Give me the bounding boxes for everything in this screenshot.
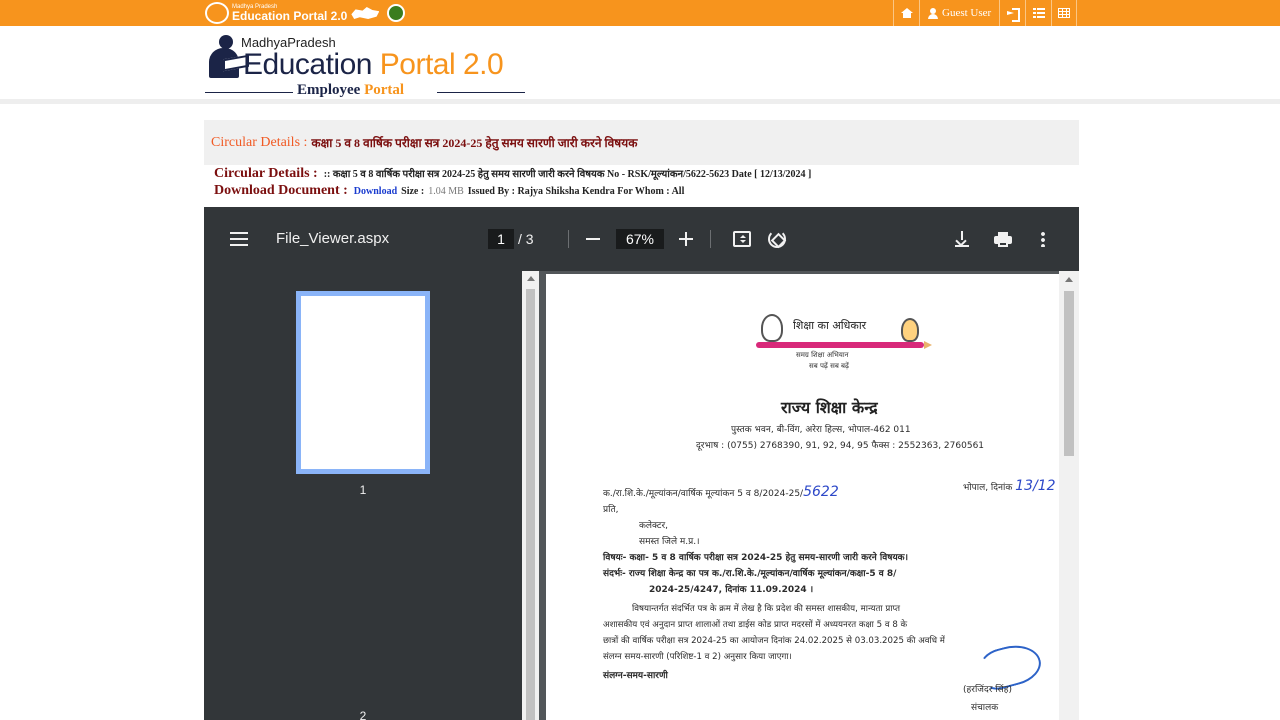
emblem-icon xyxy=(387,4,406,22)
menu-icon xyxy=(230,232,248,246)
more-vert-icon xyxy=(1041,231,1045,247)
plus-icon xyxy=(679,232,693,246)
minus-icon xyxy=(586,238,600,240)
table-icon xyxy=(1058,8,1071,18)
top-nav: Guest User xyxy=(893,0,1078,26)
more-actions-button[interactable] xyxy=(1031,227,1055,251)
menu-button[interactable] xyxy=(227,228,251,250)
download-button[interactable] xyxy=(950,227,974,251)
print-button[interactable] xyxy=(991,227,1015,251)
letter-reference-1: संदर्भः- राज्य शिक्षा केन्द्र का पत्र क.… xyxy=(603,569,897,579)
letter-ref: क./रा.शि.के./मूल्यांकन/वार्षिक मूल्यांकन… xyxy=(603,484,839,500)
circular-title-value: कक्षा 5 व 8 वार्षिक परीक्षा सत्र 2024-25… xyxy=(311,136,638,150)
page-number-input[interactable]: 1 xyxy=(488,229,514,249)
sign-in-icon xyxy=(1007,8,1021,22)
letter-body-3: छात्रों की वार्षिक परीक्षा सत्र 2024-25 … xyxy=(603,636,945,646)
letter-subject: विषयः- कक्षा- 5 व 8 वार्षिक परीक्षा सत्र… xyxy=(603,553,909,563)
letter-date: भोपाल, दिनांक 13/12 xyxy=(963,478,1056,494)
rte-sub2: सब पढ़ें सब बढ़ें xyxy=(809,362,849,370)
thumbnail-label-2: 2 xyxy=(359,709,367,720)
org-name: राज्य शिक्षा केन्द्र xyxy=(781,398,878,417)
org-address: पुस्तक भवन, बी-विंग, अरेरा हिल्स, भोपाल-… xyxy=(731,425,911,435)
org-phone: दूरभाष : (0755) 2768390, 91, 92, 94, 95 … xyxy=(696,441,985,451)
details-label: Circular Details : xyxy=(214,166,318,181)
size-label: Size : xyxy=(401,186,425,197)
print-icon xyxy=(994,232,1012,247)
circular-title-bar: Circular Details : कक्षा 5 व 8 वार्षिक प… xyxy=(204,120,1079,165)
document-scrollbar[interactable] xyxy=(1059,271,1079,720)
pdf-page: शिक्षा का अधिकार समग्र शिक्षा अभियान सब … xyxy=(546,274,1060,720)
signer-designation: संचालक xyxy=(971,703,999,713)
page-thumbnail-1[interactable] xyxy=(296,291,430,474)
file-name: File_Viewer.aspx xyxy=(276,230,390,247)
mp-map-icon xyxy=(351,7,380,19)
download-link[interactable]: Download xyxy=(354,186,397,197)
thumbnail-label-1: 1 xyxy=(359,483,367,497)
circular-title-label: Circular Details : xyxy=(211,134,308,150)
logo-subtitle: Employee Portal xyxy=(297,82,405,98)
issued-by: Issued By : Rajya Shiksha Kendra For Who… xyxy=(467,186,685,197)
signer-name: (हरजिंदर सिंह) xyxy=(963,685,1013,695)
fit-page-button[interactable] xyxy=(730,227,754,251)
zoom-in-button[interactable] xyxy=(674,227,698,251)
thumbnail-sidebar: 1 2 xyxy=(204,271,522,720)
page-total: / 3 xyxy=(518,231,534,247)
letter-prati: प्रति, xyxy=(603,505,619,515)
guest-user-button[interactable]: Guest User xyxy=(919,0,999,26)
table-button[interactable] xyxy=(1051,0,1078,26)
download-icon xyxy=(955,231,969,247)
home-button[interactable] xyxy=(893,0,919,26)
download-label: Download Document : xyxy=(214,183,348,198)
top-bar: Madhya Pradesh Education Portal 2.0 Gues… xyxy=(0,0,1280,26)
home-icon xyxy=(900,8,913,18)
letter-body-1: विषयान्तर्गत संदर्भित पत्र के क्रम में ल… xyxy=(632,604,900,614)
user-icon xyxy=(928,7,938,19)
letter-to-2: समस्त जिले म.प्र.। xyxy=(639,537,700,547)
guest-user-label: Guest User xyxy=(942,7,992,19)
education-portal-logo[interactable]: MadhyaPradesh Education Portal 2.0 Emplo… xyxy=(205,30,525,100)
letter-reference-2: 2024-25/4247, दिनांक 11.09.2024 । xyxy=(649,585,814,595)
zoom-out-button[interactable] xyxy=(581,227,605,251)
letter-to-1: कलेक्टर, xyxy=(639,521,668,531)
details-text: :: कक्षा 5 व 8 वार्षिक परीक्षा सत्र 2024… xyxy=(323,169,812,180)
rte-logo: शिक्षा का अधिकार समग्र शिक्षा अभियान सब … xyxy=(751,314,932,374)
brand-title: Education Portal 2.0 xyxy=(232,9,348,23)
rte-title: शिक्षा का अधिकार xyxy=(793,319,867,332)
sign-in-button[interactable] xyxy=(999,0,1025,26)
pencil-icon xyxy=(756,341,932,349)
sidebar-scrollbar[interactable] xyxy=(522,271,539,720)
pdf-toolbar: File_Viewer.aspx 1 / 3 67% xyxy=(204,207,1079,271)
document-pane[interactable]: शिक्षा का अधिकार समग्र शिक्षा अभियान सब … xyxy=(539,271,1079,720)
rotate-button[interactable] xyxy=(765,227,789,251)
letter-body-2: अशासकीय एवं अनुदान प्राप्त शालाओं तथा डा… xyxy=(603,620,908,630)
rte-sub1: समग्र शिक्षा अभियान xyxy=(796,351,849,359)
list-icon xyxy=(1032,8,1045,18)
reader-logo-icon xyxy=(205,2,229,24)
header: MadhyaPradesh Education Portal 2.0 Emplo… xyxy=(0,26,1280,104)
list-button[interactable] xyxy=(1025,0,1051,26)
fit-page-icon xyxy=(733,231,751,247)
rotate-icon xyxy=(768,230,786,248)
zoom-input[interactable]: 67% xyxy=(616,229,664,249)
pdf-viewer: File_Viewer.aspx 1 / 3 67% 1 2 शिक्षा का… xyxy=(204,207,1079,720)
logo-title: Education Portal 2.0 xyxy=(243,48,504,81)
size-value: 1.04 MB xyxy=(428,186,464,197)
letter-attachment: संलग्न-समय-सारणी xyxy=(603,671,668,681)
circular-details: Circular Details : :: कक्षा 5 व 8 वार्षि… xyxy=(214,166,1074,200)
portal-brand[interactable]: Madhya Pradesh Education Portal 2.0 xyxy=(205,1,406,25)
letter-body-4: संलग्न समय-सारणी (परिशिष्ट-1 व 2) अनुसार… xyxy=(603,652,792,662)
